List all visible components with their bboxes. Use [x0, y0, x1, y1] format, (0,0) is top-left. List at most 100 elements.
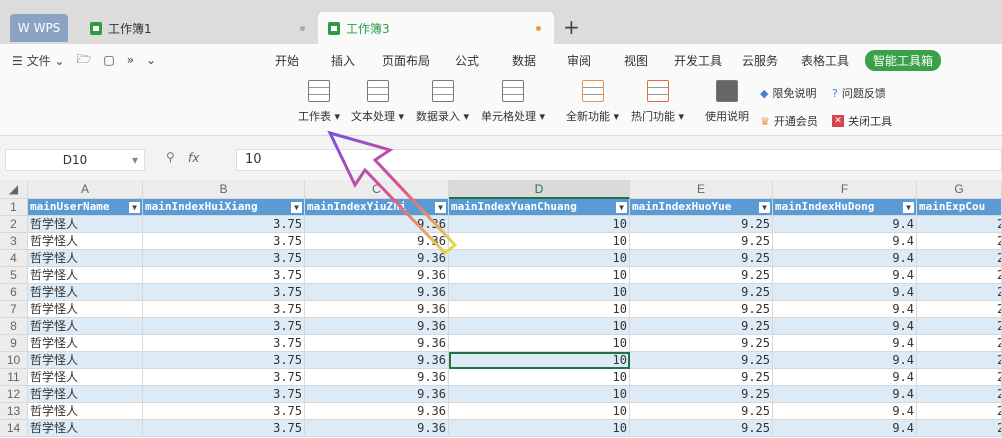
cell[interactable]: 9.36 [305, 335, 449, 352]
cell[interactable]: 哲学怪人 [28, 335, 143, 352]
filter-header-cell[interactable]: mainIndexHuiXiang ▼ [143, 199, 305, 216]
cell[interactable]: 3.75 [143, 233, 305, 250]
cell[interactable]: 10 [449, 250, 630, 267]
row-number[interactable]: 5 [0, 267, 28, 284]
row-number[interactable]: 13 [0, 403, 28, 420]
cell[interactable]: 9.4 [773, 250, 917, 267]
filter-header-cell[interactable]: mainIndexYuanChuang ▼ [449, 199, 630, 216]
cell[interactable]: 哲学怪人 [28, 403, 143, 420]
row-number[interactable]: 10 [0, 352, 28, 369]
cell[interactable]: 3.75 [143, 318, 305, 335]
cell[interactable]: 哲学怪人 [28, 352, 143, 369]
cell[interactable]: 2 [917, 335, 1002, 352]
tab-formulas[interactable]: 公式 [455, 52, 479, 69]
cell[interactable]: 10 [449, 301, 630, 318]
filter-header-cell[interactable]: mainIndexHuDong ▼ [773, 199, 917, 216]
tab-data[interactable]: 数据 [512, 52, 536, 69]
spreadsheet-grid[interactable]: ◢ A B C D E F G 1 mainUserName ▼ mainIndexHuiXiang ▼… [0, 180, 1002, 438]
cell[interactable]: 9.4 [773, 216, 917, 233]
cell[interactable]: 3.75 [143, 335, 305, 352]
wps-home-tab[interactable]: W WPS [10, 14, 68, 42]
cell[interactable]: 9.36 [305, 267, 449, 284]
row-number[interactable]: 6 [0, 284, 28, 301]
cell[interactable]: 3.75 [143, 386, 305, 403]
worksheet-button[interactable]: 工作表 ▾ [298, 80, 340, 124]
name-box[interactable]: D10 ▾ [5, 149, 145, 171]
cell[interactable]: 9.25 [630, 403, 773, 420]
cell[interactable]: 10 [449, 420, 630, 437]
cell[interactable]: 10 [449, 386, 630, 403]
cell[interactable]: 9.36 [305, 352, 449, 369]
tab-review[interactable]: 审阅 [567, 52, 591, 69]
close-tool-link[interactable]: ✕ 关闭工具 [832, 113, 892, 129]
cell[interactable]: 3.75 [143, 352, 305, 369]
cell[interactable]: 哲学怪人 [28, 233, 143, 250]
cell[interactable]: 9.4 [773, 318, 917, 335]
cell[interactable]: 9.4 [773, 233, 917, 250]
row-number[interactable]: 7 [0, 301, 28, 318]
cell[interactable]: 3.75 [143, 284, 305, 301]
cell-processing-button[interactable]: 单元格处理 ▾ [481, 80, 545, 124]
column-header-G[interactable]: G [917, 180, 1002, 199]
cell[interactable]: 9.4 [773, 386, 917, 403]
cell[interactable]: 10 [449, 318, 630, 335]
cell[interactable]: 哲学怪人 [28, 250, 143, 267]
cell[interactable]: 9.4 [773, 284, 917, 301]
cell[interactable]: 9.4 [773, 369, 917, 386]
cell[interactable]: 9.36 [305, 403, 449, 420]
cell[interactable]: 9.36 [305, 216, 449, 233]
cell[interactable]: 9.36 [305, 318, 449, 335]
row-number[interactable]: 9 [0, 335, 28, 352]
cell[interactable]: 10 [449, 352, 630, 369]
cell[interactable]: 3.75 [143, 250, 305, 267]
cell[interactable]: 9.4 [773, 420, 917, 437]
column-header-D[interactable]: D [449, 180, 630, 199]
cell[interactable]: 9.25 [630, 420, 773, 437]
cell[interactable]: 哲学怪人 [28, 284, 143, 301]
usage-guide-button[interactable]: 使用说明 [705, 80, 749, 124]
filter-dropdown-icon[interactable]: ▼ [903, 202, 914, 213]
membership-link[interactable]: ♛ 开通会员 [760, 113, 818, 129]
open-folder-icon[interactable]: 🗁 [76, 50, 91, 71]
free-info-link[interactable]: ◆ 限免说明 [760, 85, 816, 101]
cell[interactable]: 2 [917, 301, 1002, 318]
save-icon[interactable]: ▢ [103, 53, 114, 67]
cell[interactable]: 9.36 [305, 301, 449, 318]
tab-table-tools[interactable]: 表格工具 [801, 52, 849, 69]
new-tab-button[interactable]: + [563, 15, 580, 39]
cell[interactable]: 9.36 [305, 250, 449, 267]
cell[interactable]: 2 [917, 318, 1002, 335]
column-header-C[interactable]: C [305, 180, 449, 199]
hot-features-button[interactable]: 热门功能 ▾ [631, 80, 684, 124]
cell[interactable]: 哲学怪人 [28, 386, 143, 403]
filter-header-cell[interactable]: mainUserName ▼ [28, 199, 143, 216]
cell[interactable]: 10 [449, 284, 630, 301]
filter-dropdown-icon[interactable]: ▼ [616, 202, 627, 213]
cell[interactable]: 哲学怪人 [28, 420, 143, 437]
filter-header-cell[interactable]: mainExpCou [917, 199, 1002, 216]
column-header-A[interactable]: A [28, 180, 143, 199]
cell[interactable]: 9.25 [630, 369, 773, 386]
cell[interactable]: 9.36 [305, 284, 449, 301]
tab-workbook3[interactable]: 工作簿3 [318, 12, 554, 44]
tab-view[interactable]: 视图 [624, 52, 648, 69]
cell[interactable]: 10 [449, 233, 630, 250]
cell[interactable]: 10 [449, 369, 630, 386]
cell[interactable]: 哲学怪人 [28, 318, 143, 335]
formula-input[interactable]: 10 [236, 149, 1002, 171]
cell[interactable]: 2 [917, 352, 1002, 369]
cell[interactable]: 9.25 [630, 233, 773, 250]
row-number[interactable]: 11 [0, 369, 28, 386]
row-number[interactable]: 8 [0, 318, 28, 335]
row-number[interactable]: 1 [0, 199, 28, 216]
cell[interactable]: 9.25 [630, 352, 773, 369]
cell[interactable]: 3.75 [143, 216, 305, 233]
cell[interactable]: 9.4 [773, 267, 917, 284]
row-number[interactable]: 3 [0, 233, 28, 250]
data-entry-button[interactable]: 数据录入 ▾ [416, 80, 469, 124]
filter-header-cell[interactable]: mainIndexYiuZhi ▼ [305, 199, 449, 216]
cell[interactable]: 3.75 [143, 301, 305, 318]
filter-dropdown-icon[interactable]: ▼ [435, 202, 446, 213]
cell[interactable]: 哲学怪人 [28, 216, 143, 233]
tab-cloud[interactable]: 云服务 [742, 52, 778, 69]
